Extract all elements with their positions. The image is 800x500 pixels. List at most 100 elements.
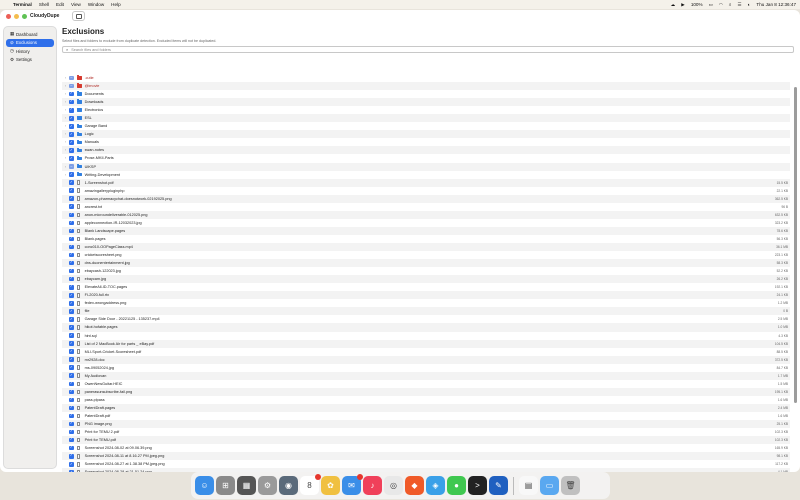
controls-icon[interactable]: ▶: [681, 2, 685, 8]
settings-icon[interactable]: ⚙: [258, 476, 277, 495]
exclude-checkbox[interactable]: ✓: [69, 446, 74, 451]
chevron-right-icon[interactable]: ›: [64, 165, 67, 169]
launchpad-icon[interactable]: ⊞: [216, 476, 235, 495]
list-item[interactable]: ›✓panerasunsubscribe-fail.png195.1 KB: [62, 387, 790, 396]
list-item[interactable]: › ✓ Electronics: [62, 106, 790, 114]
menu-shell[interactable]: Shell: [39, 2, 49, 7]
list-item[interactable]: ›✓Garage Side Door - 20221125 - 135237.m…: [62, 315, 790, 323]
list-item[interactable]: › – @imovie: [62, 82, 790, 91]
exclude-checkbox[interactable]: ✓: [69, 406, 74, 411]
list-item[interactable]: ›✓ebaycam.jpg26.2 KB: [62, 275, 790, 284]
list-item[interactable]: ›✓ebaycash-122023.jpg52.2 KB: [62, 267, 790, 275]
list-item[interactable]: ›✓MLI-Sport-Cricket-Scoresheet.pdf88.5 K…: [62, 348, 790, 356]
list-item[interactable]: › ✓ Downloads: [62, 98, 790, 107]
exclude-checkbox[interactable]: ✓: [69, 430, 74, 435]
list-item[interactable]: › ✓ ESL: [62, 114, 790, 123]
exclude-checkbox[interactable]: ✓: [69, 470, 74, 472]
terminal-icon[interactable]: >: [468, 476, 487, 495]
list-item[interactable]: ›✓hint.sql4.3 KB: [62, 332, 790, 340]
scrollbar[interactable]: [794, 75, 797, 472]
chrome-icon[interactable]: ◎: [384, 476, 403, 495]
list-item[interactable]: ›✓ms-09052024.jpg84.7 KB: [62, 364, 790, 372]
exclude-checkbox[interactable]: ✓: [69, 212, 74, 218]
list-item[interactable]: ›✓FI-2020-full.rtx24.1 KB: [62, 291, 790, 300]
list-item[interactable]: ›✓OwenNewGuitar.HEIC1.5 MB: [62, 380, 790, 388]
exclude-checkbox[interactable]: ✓: [69, 462, 74, 467]
list-item[interactable]: ›✓My Audiovan1.7 MB: [62, 371, 790, 380]
migration-icon[interactable]: ◉: [279, 476, 298, 495]
zoom-button[interactable]: [22, 14, 27, 19]
exclude-checkbox[interactable]: ✓: [69, 92, 74, 97]
exclude-checkbox[interactable]: ✓: [69, 422, 74, 427]
chevron-right-icon[interactable]: ›: [64, 156, 67, 160]
exclude-checkbox[interactable]: ✓: [69, 285, 74, 290]
menu-edit[interactable]: Edit: [56, 2, 64, 7]
xcode-icon[interactable]: ✎: [489, 476, 508, 495]
chevron-right-icon[interactable]: ›: [64, 92, 67, 96]
exclude-checkbox[interactable]: ✓: [69, 365, 74, 370]
exclude-checkbox[interactable]: ✓: [69, 245, 74, 250]
exclude-checkbox[interactable]: ✓: [69, 108, 74, 113]
list-item[interactable]: ›✓PatentDraft.pdf1.6 MB: [62, 412, 790, 420]
exclude-checkbox[interactable]: ✓: [69, 301, 74, 306]
control-center-icon[interactable]: ☰: [738, 2, 742, 8]
chevron-right-icon[interactable]: ›: [64, 76, 67, 80]
list-item[interactable]: ›✓Print for TEMU 2.pdf102.3 KB: [62, 428, 790, 436]
exclude-checkbox[interactable]: ✓: [69, 261, 74, 266]
list-item[interactable]: ›✓mr2928.doc372.5 KB: [62, 355, 790, 364]
scrollbar-thumb[interactable]: [794, 87, 797, 403]
exclude-checkbox[interactable]: ✓: [69, 116, 74, 121]
list-item[interactable]: ›✓anon-microundeliverable-012025.png632.…: [62, 210, 790, 219]
list-item[interactable]: ›✓PNG image.png25.1 KB: [62, 420, 790, 429]
exclude-checkbox[interactable]: ✓: [69, 156, 74, 161]
list-item[interactable]: › ✓ Writing-Development: [62, 171, 790, 179]
messages-icon[interactable]: ●: [447, 476, 466, 495]
sidebar-item-settings[interactable]: ⚙ Settings: [6, 56, 54, 64]
exclude-checkbox[interactable]: ✓: [69, 100, 74, 105]
exclude-checkbox[interactable]: ✓: [69, 357, 74, 362]
list-item[interactable]: ›✓appleconnection-IR-12032023.jpg323.2 K…: [62, 219, 790, 227]
chevron-right-icon[interactable]: ›: [64, 116, 67, 120]
exclude-checkbox[interactable]: ✓: [69, 237, 74, 242]
chevron-right-icon[interactable]: ›: [64, 124, 67, 128]
list-item[interactable]: ›✓List of 2 MacBook Air for parts _ eBay…: [62, 339, 790, 348]
chevron-right-icon[interactable]: ›: [64, 132, 67, 136]
list-item[interactable]: ›✓Screenshot 2024-08-11 at 8.16.27 PM.jp…: [62, 452, 790, 461]
file-list[interactable]: › – .cutie › – @imovie › ✓ Documents › ✓ Downloads ›…: [62, 74, 790, 472]
exclude-checkbox[interactable]: ✓: [69, 454, 74, 459]
folder-icon[interactable]: ▭: [540, 476, 559, 495]
exclude-checkbox[interactable]: ✓: [69, 221, 74, 226]
list-item[interactable]: ›✓conc010-OOPageClass.mp436.1 MB: [62, 242, 790, 252]
sidebar-item-dashboard[interactable]: ▦ Dashboard: [6, 30, 54, 38]
list-item[interactable]: ›✓Blank Landscape.pages78.6 KB: [62, 226, 790, 235]
exclude-checkbox[interactable]: ✓: [69, 389, 74, 395]
list-item[interactable]: › – .cutie: [62, 74, 790, 82]
exclude-checkbox[interactable]: ✓: [69, 253, 74, 258]
list-item[interactable]: › ✓ Prose-MKII-Parts: [62, 154, 790, 162]
trash-icon[interactable]: 🗑: [561, 476, 580, 495]
calendar-icon[interactable]: 8: [300, 474, 321, 495]
close-button[interactable]: [6, 14, 11, 19]
exclude-checkbox[interactable]: ✓: [69, 124, 74, 129]
exclude-checkbox[interactable]: ✓: [69, 277, 74, 282]
chevron-right-icon[interactable]: ›: [64, 100, 67, 104]
exclude-checkbox[interactable]: ✓: [69, 293, 74, 298]
exclude-checkbox[interactable]: –: [69, 76, 74, 81]
list-item[interactable]: ›✓amazingallerypluginphp22.1 KB: [62, 187, 790, 195]
safari-icon[interactable]: ◈: [426, 476, 445, 495]
menu-help[interactable]: Help: [111, 2, 120, 7]
exclude-checkbox[interactable]: ✓: [69, 180, 74, 185]
list-item[interactable]: ›✓Blank.pages56.3 KB: [62, 235, 790, 243]
music-icon[interactable]: ♪: [363, 476, 382, 495]
chevron-right-icon[interactable]: ›: [64, 84, 67, 88]
exclude-checkbox[interactable]: ✓: [69, 341, 74, 346]
document-icon[interactable]: ▤: [519, 476, 538, 495]
exclude-checkbox[interactable]: ✓: [69, 196, 74, 202]
exclude-checkbox[interactable]: ✓: [69, 438, 74, 443]
finder-icon[interactable]: ☺: [195, 476, 214, 495]
search-icon[interactable]: ⌕: [729, 2, 732, 7]
brave-icon[interactable]: ◆: [405, 476, 424, 495]
list-item[interactable]: ›✓Screenshot 2024-08-02 at 09.06.39.png1…: [62, 444, 790, 452]
list-item[interactable]: ›✓dns-duonentertainment.jpg58.3 KB: [62, 259, 790, 268]
chevron-right-icon[interactable]: ›: [64, 140, 67, 144]
